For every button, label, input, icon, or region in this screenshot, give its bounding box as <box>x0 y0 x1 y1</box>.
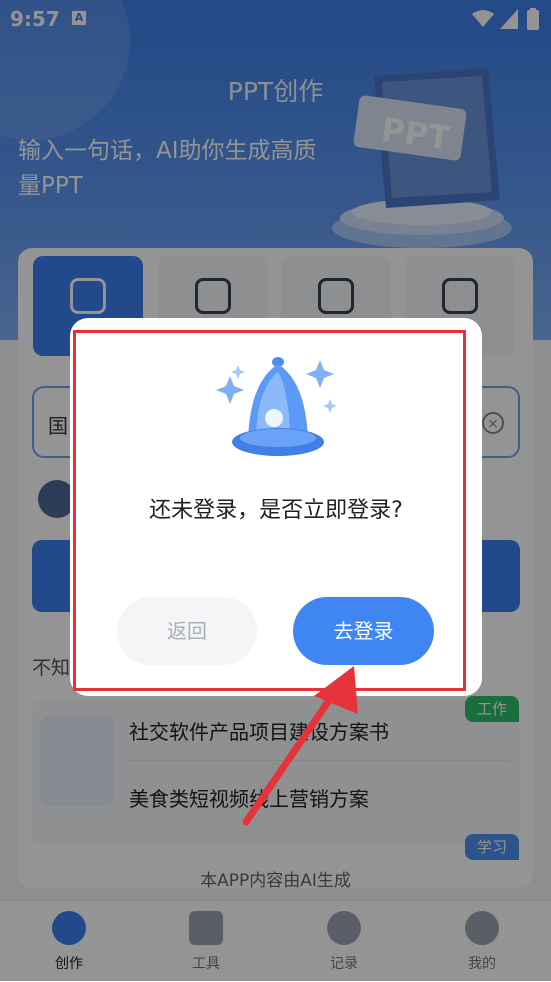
bell-icon <box>216 357 337 456</box>
dialog-message: 还未登录，是否立即登录? <box>149 498 403 523</box>
login-button[interactable]: 去登录 <box>293 597 434 665</box>
back-button[interactable]: 返回 <box>117 597 257 665</box>
login-dialog: 还未登录，是否立即登录? 返回 去登录 <box>70 318 482 696</box>
